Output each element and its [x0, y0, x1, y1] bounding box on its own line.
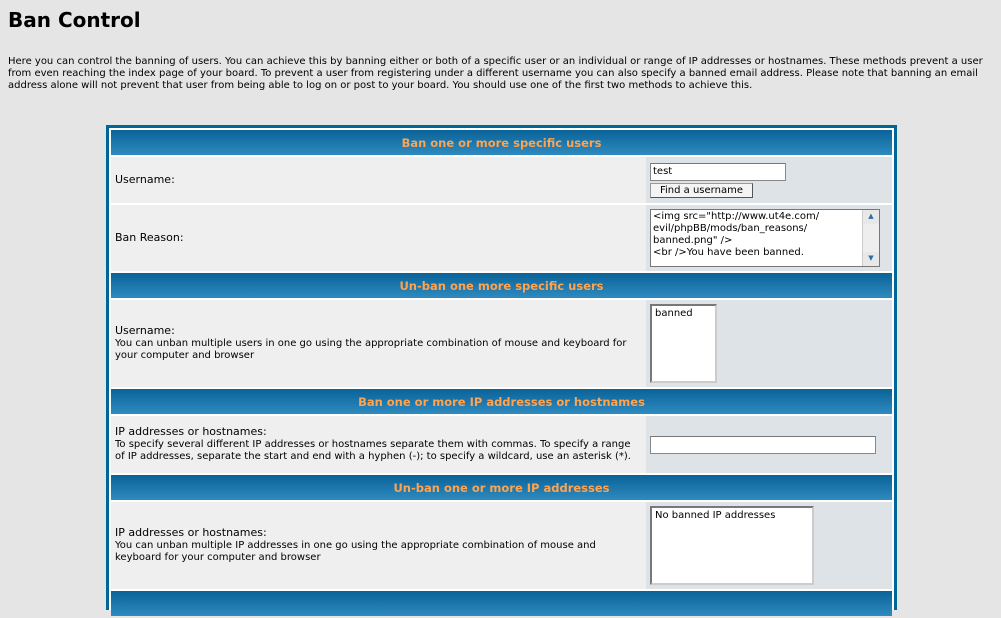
unban-ip-select[interactable]: No banned IP addresses: [650, 506, 814, 585]
select-option[interactable]: No banned IP addresses: [655, 510, 809, 522]
scroll-up-icon[interactable]: ▲: [863, 210, 879, 224]
unban-users-select[interactable]: banned: [650, 304, 717, 383]
unban-ip-help: You can unban multiple IP addresses in o…: [115, 540, 596, 563]
ban-ip-header: Ban one or more IP addresses or hostname…: [111, 389, 892, 414]
find-username-button[interactable]: Find a username: [650, 182, 753, 198]
ban-users-header: Ban one or more specific users: [111, 130, 892, 155]
scrollbar[interactable]: ▲ ▼: [862, 210, 879, 266]
unban-ip-label: IP addresses or hostnames:: [115, 526, 267, 539]
ban-reason-label: Ban Reason:: [115, 230, 184, 244]
unban-username-help: You can unban multiple users in one go u…: [115, 338, 627, 361]
page-title: Ban Control: [8, 8, 141, 32]
unban-username-label: Username:: [115, 324, 175, 337]
unban-ip-header: Un-ban one or more IP addresses: [111, 475, 892, 500]
ban-ip-label: IP addresses or hostnames:: [115, 425, 267, 438]
unban-users-header: Un-ban one more specific users: [111, 273, 892, 298]
ban-ip-input[interactable]: [650, 435, 876, 454]
next-section-header: [111, 591, 892, 616]
ban-form-panel: Ban one or more specific users Username:…: [106, 125, 897, 616]
username-label: Username:: [115, 172, 175, 186]
ban-reason-textarea[interactable]: <img src="http://www.ut4e.com/ evil/phpB…: [650, 209, 880, 267]
scroll-down-icon[interactable]: ▼: [863, 252, 879, 266]
intro-text: Here you can control the banning of user…: [8, 56, 983, 91]
select-option[interactable]: banned: [655, 308, 712, 320]
ban-ip-help: To specify several different IP addresse…: [115, 439, 631, 462]
username-input[interactable]: [650, 162, 786, 181]
